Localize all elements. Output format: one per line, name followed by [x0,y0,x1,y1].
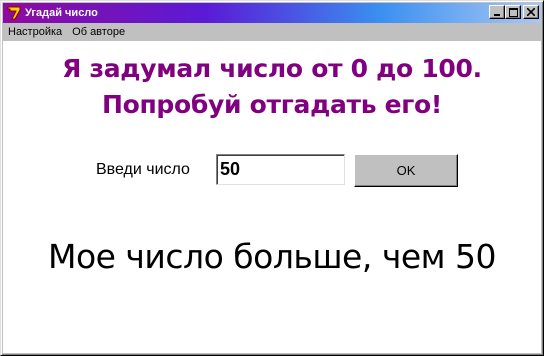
delphi-app-icon [6,5,22,21]
client-area: Я задумал число от 0 до 100. Попробуй от… [3,41,541,353]
title-bar[interactable]: Угадай число [3,3,541,23]
menu-bar: Настройка Об авторе [3,23,541,41]
maximize-button[interactable] [505,5,521,19]
window-title: Угадай число [25,7,98,19]
close-icon [527,8,535,16]
number-input[interactable] [216,154,345,185]
minimize-icon [494,14,500,16]
ok-button[interactable]: OK [354,154,458,187]
headline-line-1: Я задумал число от 0 до 100. [62,54,482,83]
menu-about[interactable]: Об авторе [67,26,130,38]
headline-line-2: Попробуй отгадать его! [101,90,443,119]
close-button[interactable] [523,5,539,19]
input-label: Введи число [96,161,190,178]
maximize-icon [508,7,518,17]
window-controls [489,5,539,19]
app-window: Угадай число Настройка Об авторе Я задум… [0,0,544,356]
minimize-button[interactable] [489,5,505,19]
menu-settings[interactable]: Настройка [3,26,67,38]
result-message: Мое число больше, чем 50 [47,237,497,276]
